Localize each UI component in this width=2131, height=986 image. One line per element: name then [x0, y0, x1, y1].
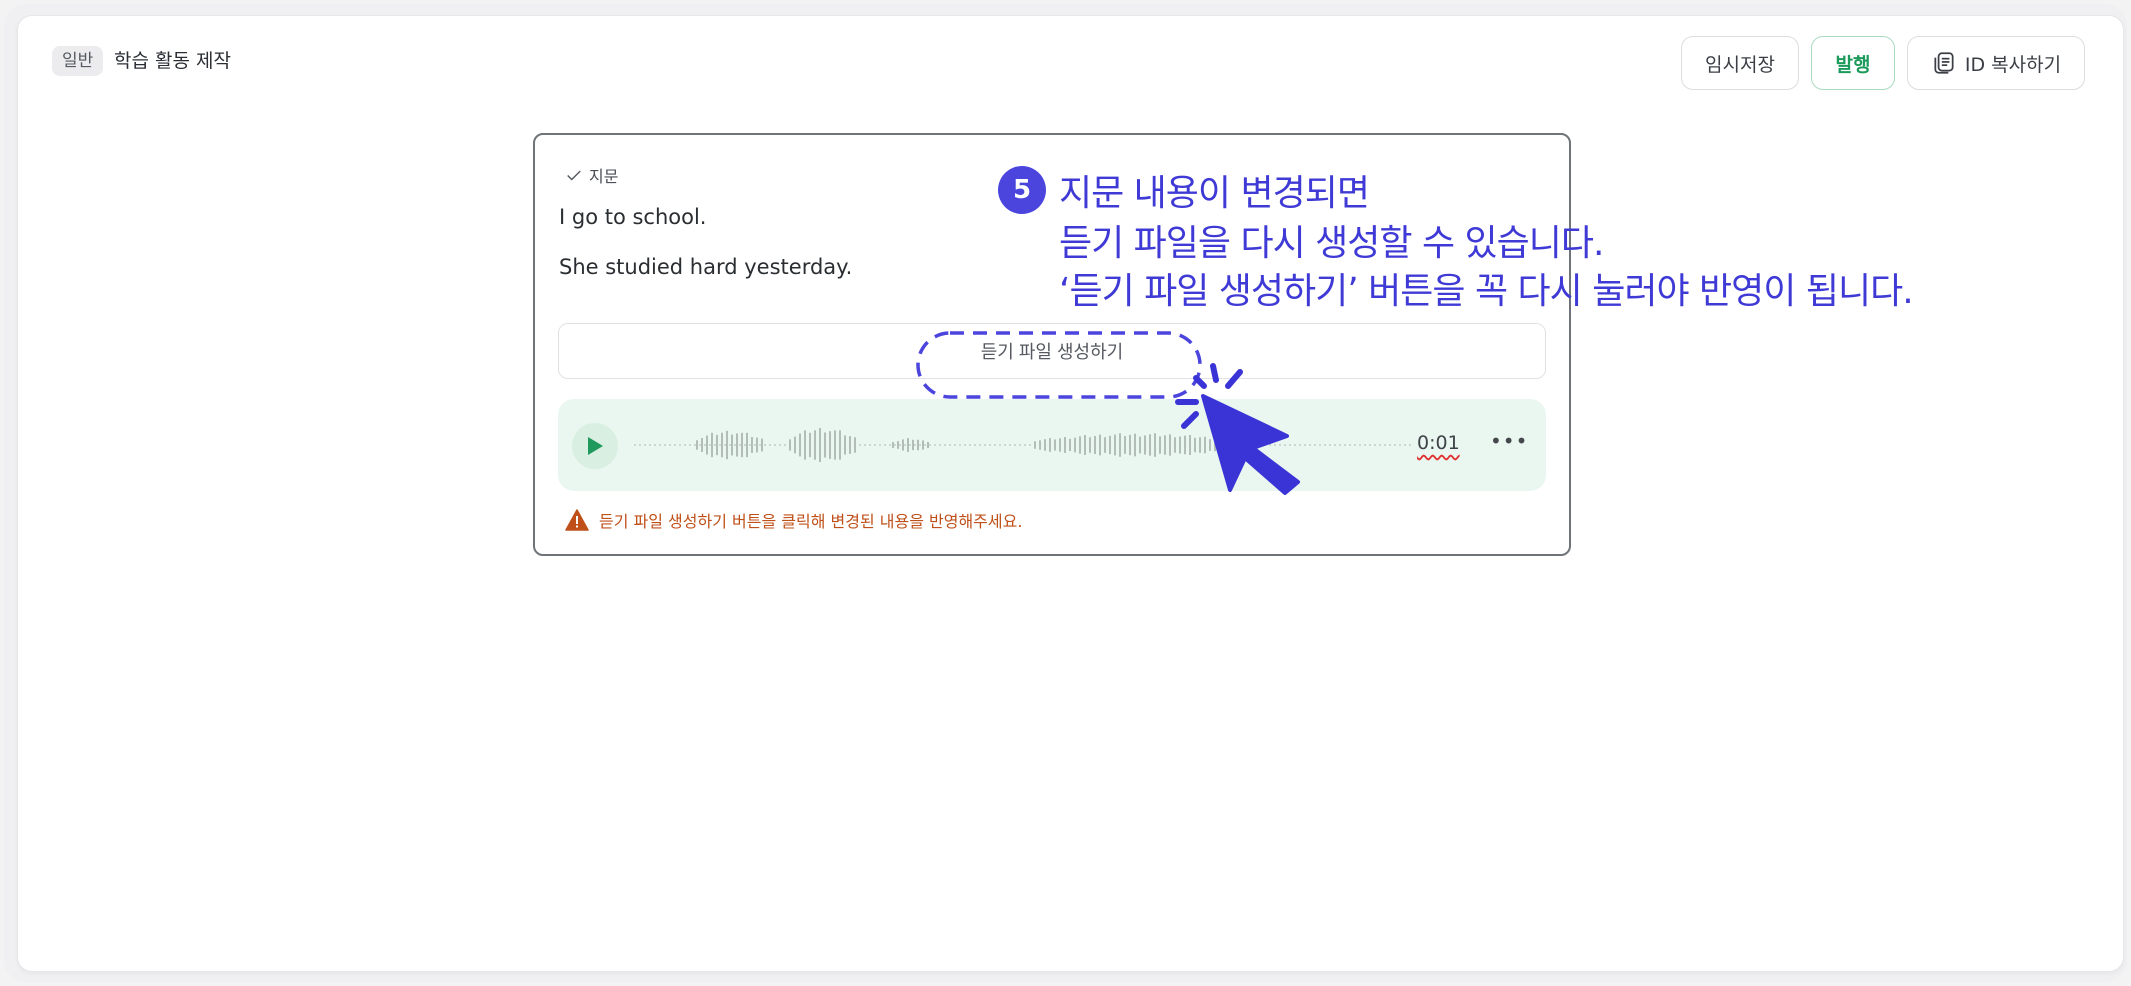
- temp-save-button[interactable]: 임시저장: [1681, 36, 1799, 90]
- warning-icon: [565, 509, 589, 531]
- waveform[interactable]: [634, 421, 1414, 469]
- copy-icon: [1934, 52, 1954, 74]
- play-icon: [588, 437, 603, 455]
- check-icon: [567, 170, 581, 181]
- warning-text: 듣기 파일 생성하기 버튼을 클릭해 변경된 내용을 반영해주세요.: [599, 512, 1023, 531]
- more-options-button[interactable]: •••: [1490, 429, 1528, 453]
- passage-sentence: She studied hard yesterday.: [559, 255, 853, 279]
- play-button[interactable]: [572, 423, 618, 469]
- page-title: 학습 활동 제작: [114, 50, 231, 72]
- passage-card: 지문 I go to school. She studied hard yest…: [533, 133, 1571, 556]
- audio-time: 0:01: [1417, 432, 1460, 454]
- copy-id-label: ID 복사하기: [1964, 53, 2062, 76]
- warning-message: 듣기 파일 생성하기 버튼을 클릭해 변경된 내용을 반영해주세요.: [565, 508, 1022, 532]
- publish-button[interactable]: 발행: [1811, 36, 1895, 90]
- copy-id-button[interactable]: ID 복사하기: [1907, 36, 2085, 90]
- audio-player: 0:01 •••: [558, 399, 1546, 491]
- passage-label-text: 지문: [589, 167, 619, 186]
- generate-audio-button[interactable]: 듣기 파일 생성하기: [558, 323, 1546, 379]
- passage-label: 지문: [565, 163, 618, 187]
- category-badge: 일반: [52, 46, 104, 76]
- passage-sentence: I go to school.: [559, 205, 707, 229]
